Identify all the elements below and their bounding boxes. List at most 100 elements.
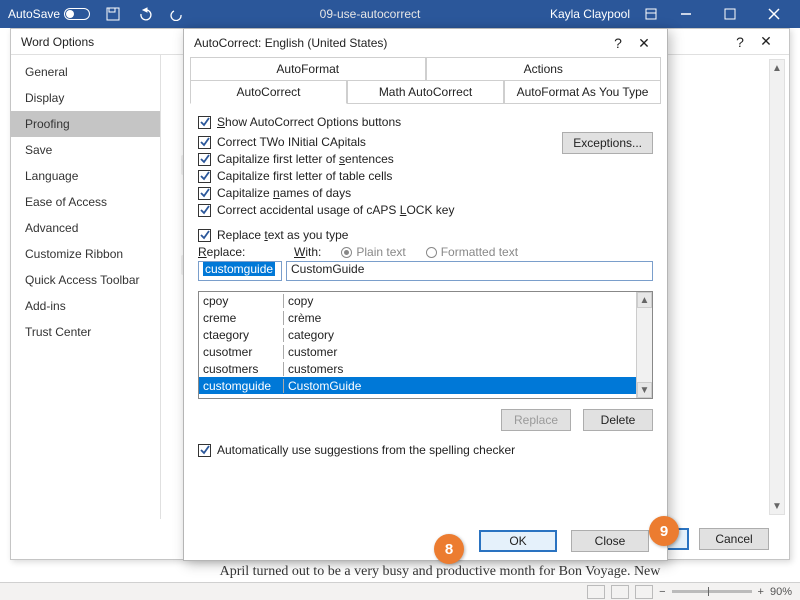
zoom-slider[interactable] <box>672 590 752 593</box>
show-autocorrect-options-checkbox[interactable]: Show AutoCorrect Options buttons <box>198 115 653 129</box>
callout-8: 8 <box>434 534 464 564</box>
cell-replace: ctaegory <box>199 328 283 342</box>
with-input[interactable]: CustomGuide <box>286 261 653 281</box>
capitalize-days-checkbox[interactable]: Capitalize names of days <box>198 186 454 200</box>
close-icon[interactable]: ✕ <box>631 35 657 52</box>
scroll-down-icon[interactable]: ▼ <box>637 382 652 398</box>
replace-input[interactable]: customguide <box>198 261 282 281</box>
checkbox-label: Replace text as you type <box>217 228 348 242</box>
help-icon[interactable]: ? <box>727 34 753 50</box>
autocorrect-dialog: AutoCorrect: English (United States) ? ✕… <box>183 28 668 561</box>
replace-text-as-you-type-checkbox[interactable]: Replace text as you type <box>198 228 653 242</box>
close-button[interactable] <box>752 0 796 28</box>
tab-autoformat-as-you-type[interactable]: AutoFormat As You Type <box>504 80 661 104</box>
scroll-down-icon[interactable]: ▼ <box>770 498 784 514</box>
user-name[interactable]: Kayla Claypool <box>550 7 630 21</box>
tab-actions[interactable]: Actions <box>426 57 662 80</box>
table-row[interactable]: customguideCustomGuide <box>199 377 636 394</box>
checkbox-label: Correct accidental usage of cAPS LOCK ke… <box>217 203 454 217</box>
view-read-icon[interactable] <box>587 585 605 599</box>
delete-button[interactable]: Delete <box>583 409 653 431</box>
close-button[interactable]: Close <box>571 530 649 552</box>
table-row[interactable]: cusotmerscustomers <box>199 360 636 377</box>
cell-replace: customguide <box>199 379 283 393</box>
autocorrect-title: AutoCorrect: English (United States) <box>194 36 387 50</box>
list-scrollbar[interactable]: ▲ ▼ <box>636 292 652 398</box>
zoom-out-button[interactable]: − <box>659 586 665 598</box>
correct-two-initial-caps-checkbox[interactable]: Correct TWo INitial CApitals <box>198 135 454 149</box>
autocorrect-list[interactable]: cpoycopycremecrèmectaegorycategorycusotm… <box>198 291 653 399</box>
undo-icon[interactable] <box>132 0 158 28</box>
exceptions-button[interactable]: Exceptions... <box>562 132 653 154</box>
sidebar-item-general[interactable]: General <box>11 59 160 85</box>
checkbox-label: Correct TWo INitial CApitals <box>217 135 366 149</box>
cancel-button[interactable]: Cancel <box>699 528 769 550</box>
checkbox-checked-icon <box>198 204 211 217</box>
formatted-text-radio[interactable]: Formatted text <box>426 245 518 259</box>
checkbox-checked-icon <box>198 170 211 183</box>
table-row[interactable]: cpoycopy <box>199 292 636 309</box>
sidebar-item-ease-of-access[interactable]: Ease of Access <box>11 189 160 215</box>
table-row[interactable]: cusotmercustomer <box>199 343 636 360</box>
scrollbar[interactable]: ▲ ▼ <box>769 59 785 515</box>
zoom-level[interactable]: 90% <box>770 586 792 598</box>
auto-suggestions-checkbox[interactable]: Automatically use suggestions from the s… <box>198 443 653 457</box>
cell-replace: cusotmers <box>199 362 283 376</box>
title-bar: AutoSave 09-use-autocorrect Kayla Claypo… <box>0 0 800 28</box>
replace-label: Replace: <box>198 245 274 259</box>
autosave-label: AutoSave <box>8 7 60 21</box>
cell-with: crème <box>283 311 636 325</box>
cell-with: customer <box>283 345 636 359</box>
autocorrect-header: AutoCorrect: English (United States) ? ✕ <box>184 29 667 57</box>
sidebar-item-language[interactable]: Language <box>11 163 160 189</box>
capitalize-first-sentence-checkbox[interactable]: Capitalize first letter of sentences <box>198 152 454 166</box>
capitalize-table-cells-checkbox[interactable]: Capitalize first letter of table cells <box>198 169 454 183</box>
ok-button[interactable]: OK <box>479 530 557 552</box>
replace-button[interactable]: Replace <box>501 409 571 431</box>
autocorrect-content: Show AutoCorrect Options buttons Correct… <box>184 104 667 464</box>
checkbox-checked-icon <box>198 444 211 457</box>
autocorrect-footer: OK Close <box>184 530 667 552</box>
scroll-up-icon[interactable]: ▲ <box>770 60 784 76</box>
autosave-toggle[interactable]: AutoSave <box>4 7 94 21</box>
plain-text-radio[interactable]: Plain text <box>341 245 405 259</box>
document-title: 09-use-autocorrect <box>190 7 550 21</box>
save-icon[interactable] <box>100 0 126 28</box>
sidebar-item-proofing[interactable]: Proofing <box>11 111 160 137</box>
sidebar-item-quick-access-toolbar[interactable]: Quick Access Toolbar <box>11 267 160 293</box>
view-web-icon[interactable] <box>635 585 653 599</box>
tab-math-autocorrect[interactable]: Math AutoCorrect <box>347 80 504 104</box>
status-bar: − + 90% <box>0 582 800 600</box>
table-row[interactable]: ctaegorycategory <box>199 326 636 343</box>
help-icon[interactable]: ? <box>605 35 631 51</box>
redo-icon[interactable] <box>164 0 190 28</box>
callout-9: 9 <box>649 516 679 546</box>
sidebar-item-add-ins[interactable]: Add-ins <box>11 293 160 319</box>
radio-selected-icon <box>341 247 352 258</box>
sidebar-item-customize-ribbon[interactable]: Customize Ribbon <box>11 241 160 267</box>
close-icon[interactable]: ✕ <box>753 33 779 50</box>
sidebar-item-trust-center[interactable]: Trust Center <box>11 319 160 345</box>
sidebar-item-advanced[interactable]: Advanced <box>11 215 160 241</box>
minimize-button[interactable] <box>664 0 708 28</box>
correct-caps-lock-checkbox[interactable]: Correct accidental usage of cAPS LOCK ke… <box>198 203 454 217</box>
checkbox-label: Show AutoCorrect Options buttons <box>217 115 401 129</box>
checkbox-checked-icon <box>198 136 211 149</box>
tab-autoformat[interactable]: AutoFormat <box>190 57 426 80</box>
sidebar-item-display[interactable]: Display <box>11 85 160 111</box>
cell-replace: creme <box>199 311 283 325</box>
view-print-icon[interactable] <box>611 585 629 599</box>
document-text: April turned out to be a very busy and p… <box>100 564 780 580</box>
zoom-in-button[interactable]: + <box>758 586 764 598</box>
tab-autocorrect[interactable]: AutoCorrect <box>190 80 347 104</box>
word-options-title: Word Options <box>21 35 94 49</box>
ribbon-options-icon[interactable] <box>638 0 664 28</box>
cell-with: category <box>283 328 636 342</box>
checkbox-checked-icon <box>198 116 211 129</box>
scroll-up-icon[interactable]: ▲ <box>637 292 652 308</box>
word-options-nav: GeneralDisplayProofingSaveLanguageEase o… <box>11 55 161 519</box>
maximize-button[interactable] <box>708 0 752 28</box>
sidebar-item-save[interactable]: Save <box>11 137 160 163</box>
table-row[interactable]: cremecrème <box>199 309 636 326</box>
checkbox-label: Capitalize first letter of table cells <box>217 169 392 183</box>
